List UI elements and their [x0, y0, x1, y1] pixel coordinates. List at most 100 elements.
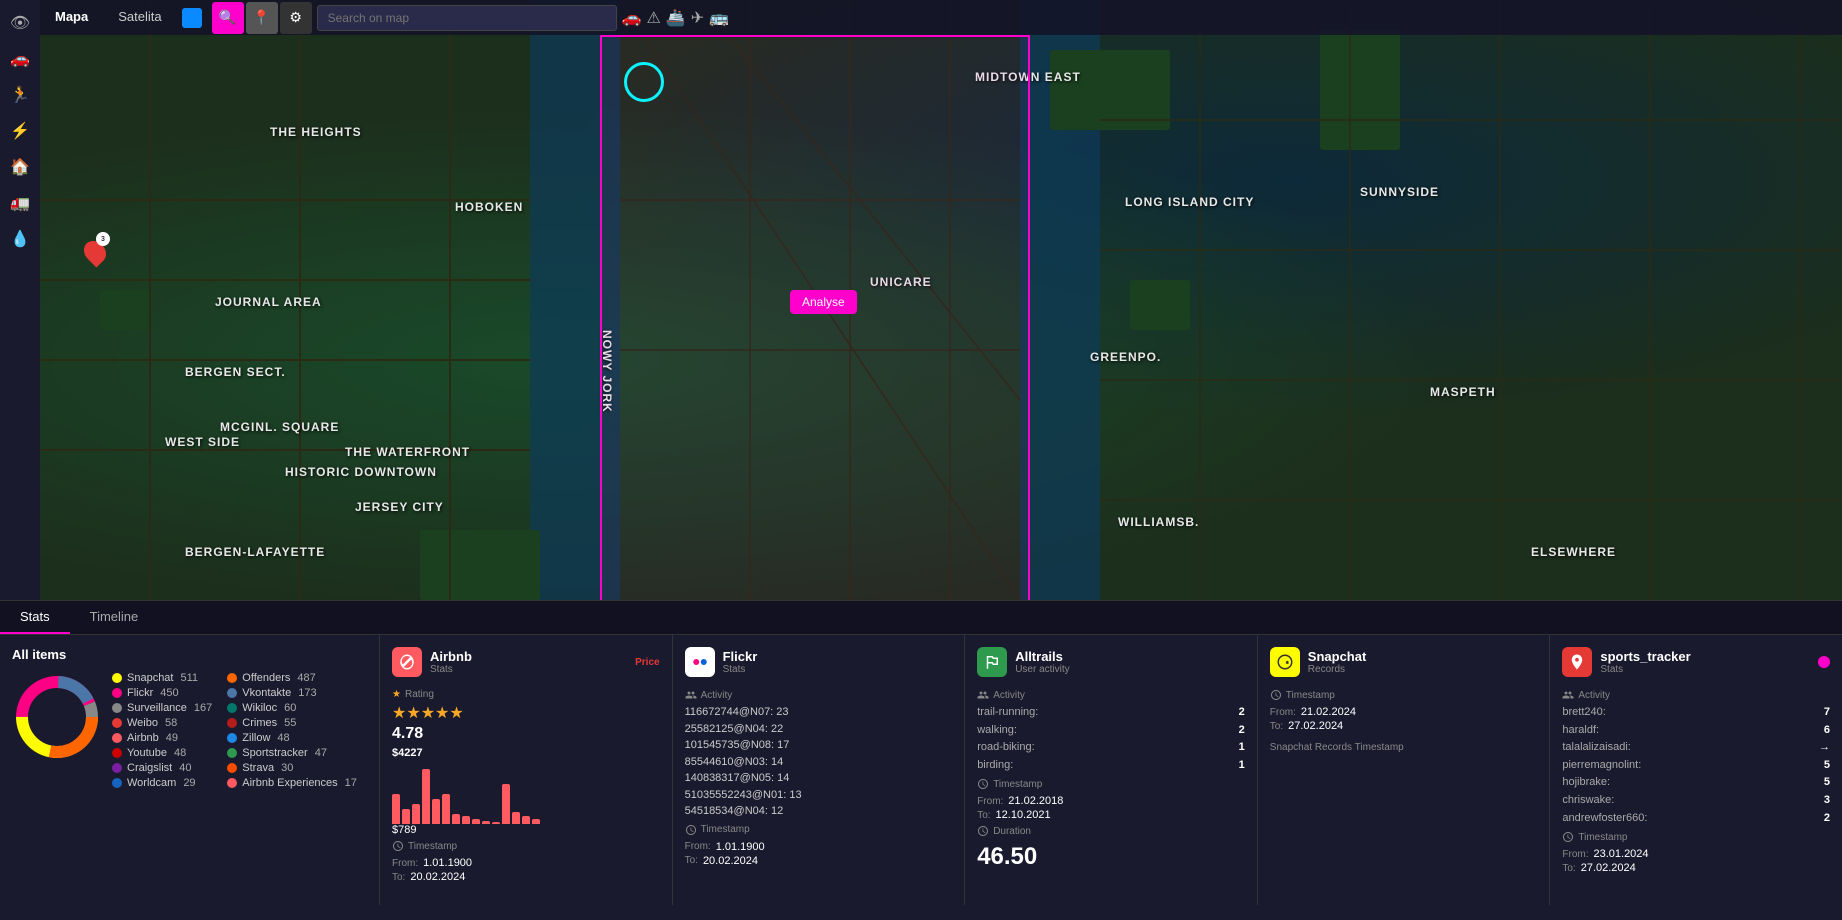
panels-row: All items: [0, 635, 1842, 905]
settings-icon-btn[interactable]: ⚙: [280, 2, 312, 34]
bottom-tabs: Stats Timeline: [0, 601, 1842, 635]
plane-transport-icon[interactable]: ✈: [691, 8, 704, 28]
tab-stats[interactable]: Stats: [0, 601, 70, 634]
home-icon[interactable]: 🏠: [5, 152, 35, 182]
alltrails-to-row: To: 12.10.2021: [977, 809, 1245, 821]
item-worldcam: Worldcam 29: [112, 777, 212, 789]
airbnb-rating-value: 4.78: [392, 725, 660, 743]
snapchat-card: Snapchat Records Timestamp From: 21.02.2…: [1258, 635, 1551, 905]
alltrails-app-name: Alltrails: [1015, 649, 1245, 664]
airbnb-header: Airbnb Stats Price: [392, 647, 660, 677]
tab-mapa[interactable]: Mapa: [40, 0, 103, 35]
alltrails-activity-label: Activity: [977, 689, 1245, 701]
airbnb-dot: [112, 733, 122, 743]
snapchat-from-row: From: 21.02.2024: [1270, 706, 1538, 718]
analyse-button[interactable]: Analyse: [790, 290, 857, 314]
tab-satelita[interactable]: Satelita: [103, 0, 176, 35]
sports-timestamp-section: Timestamp: [1562, 831, 1830, 843]
airbnb-logo: [392, 647, 422, 677]
airbnb-from-row: From: 1.01.1900: [392, 857, 660, 869]
sports-to-row: To: 27.02.2024: [1562, 862, 1830, 874]
item-youtube: Youtube 48: [112, 747, 212, 759]
items-col-2: Offenders 487 Vkontakte 173 Wikiloc 60: [227, 672, 357, 893]
sports-user-list: brett240:7 haraldf:6 talalalizaisadi: → …: [1562, 704, 1830, 827]
tab-timeline[interactable]: Timeline: [70, 601, 159, 634]
worldcam-dot: [112, 778, 122, 788]
selection-rectangle: [600, 35, 1030, 600]
location-icon-btn[interactable]: 📍: [246, 2, 278, 34]
airbnb-title-group: Airbnb Stats: [430, 649, 627, 675]
airbnb-price-bars: [392, 764, 660, 824]
snapchat-logo: [1270, 647, 1300, 677]
map-container: 👁 🚗 🏃 ⚡ 🏠 🚛 💧 Mapa Satelita 🔍 📍 ⚙ 🚗 ⚠ 🚢 …: [0, 0, 1842, 600]
snapchat-title-group: Snapchat Records: [1308, 649, 1538, 675]
crimes-dot: [227, 718, 237, 728]
flickr-header: Flickr Stats: [685, 647, 953, 677]
sports-subtitle: Stats: [1600, 664, 1810, 675]
offenders-dot: [227, 673, 237, 683]
surveillance-dot: [112, 703, 122, 713]
craigslist-dot: [112, 763, 122, 773]
snapchat-timestamp-section: Timestamp: [1270, 689, 1538, 701]
alltrails-from-row: From: 21.02.2018: [977, 795, 1245, 807]
items-list: Snapchat 511 Flickr 450 Surveillance 167: [112, 672, 367, 893]
alltrails-duration-value: 46.50: [977, 843, 1245, 871]
map-type-toggle[interactable]: [182, 8, 202, 28]
sports-logo: [1562, 647, 1592, 677]
transport-icons: 🚗 ⚠ 🚢 ✈ 🚌: [622, 8, 730, 28]
flickr-activity-label: Activity: [685, 689, 953, 701]
snapchat-header: Snapchat Records: [1270, 647, 1538, 677]
zillow-dot: [227, 733, 237, 743]
person-icon[interactable]: 🏃: [5, 80, 35, 110]
sports-expand-btn[interactable]: [1818, 656, 1830, 668]
airbnb-rating-label: ★ Rating: [392, 689, 660, 700]
map-search-input[interactable]: [317, 5, 617, 31]
airbnb-exp-dot: [227, 778, 237, 788]
all-items-title: All items: [12, 647, 367, 662]
flickr-from-row: From: 1.01.1900: [685, 841, 953, 853]
alltrails-subtitle: User activity: [1015, 664, 1245, 675]
item-surveillance: Surveillance 167: [112, 702, 212, 714]
item-crimes: Crimes 55: [227, 717, 357, 729]
warning-transport-icon[interactable]: ⚠: [647, 8, 661, 28]
item-flickr: Flickr 450: [112, 687, 212, 699]
car-transport-icon[interactable]: 🚗: [622, 8, 642, 28]
flickr-dot: [112, 688, 122, 698]
item-strava: Strava 30: [227, 762, 357, 774]
truck-icon[interactable]: 🚛: [5, 188, 35, 218]
snapchat-records-label: Snapchat Records Timestamp: [1270, 740, 1538, 755]
flickr-to-row: To: 20.02.2024: [685, 855, 953, 867]
top-bar: Mapa Satelita 🔍 📍 ⚙ 🚗 ⚠ 🚢 ✈ 🚌: [40, 0, 1842, 35]
boat-transport-icon[interactable]: 🚢: [666, 8, 686, 28]
lightning-icon[interactable]: ⚡: [5, 116, 35, 146]
eye-icon[interactable]: 👁: [5, 8, 35, 38]
airbnb-to-row: To: 20.02.2024: [392, 871, 660, 883]
item-offenders: Offenders 487: [227, 672, 357, 684]
bus-transport-icon[interactable]: 🚌: [709, 8, 729, 28]
flickr-timestamp-section: Timestamp: [685, 824, 953, 836]
sports-tracker-card: sports_tracker Stats Activity brett240:7…: [1550, 635, 1842, 905]
wikiloc-dot: [227, 703, 237, 713]
car-icon[interactable]: 🚗: [5, 44, 35, 74]
search-icon-btn[interactable]: 🔍: [212, 2, 244, 34]
snapchat-dot: [112, 673, 122, 683]
snapchat-subtitle: Records: [1308, 664, 1538, 675]
alltrails-logo: [977, 647, 1007, 677]
item-zillow: Zillow 48: [227, 732, 357, 744]
sports-title-group: sports_tracker Stats: [1600, 649, 1810, 675]
flickr-card: Flickr Stats Activity 116672744@N07: 23 …: [673, 635, 966, 905]
airbnb-timestamp-section: Timestamp: [392, 840, 660, 852]
item-airbnb-exp: Airbnb Experiences 17: [227, 777, 357, 789]
all-items-panel: All items: [0, 635, 380, 905]
alltrails-card: Alltrails User activity Activity trail-r…: [965, 635, 1258, 905]
pin-group-1[interactable]: 3: [85, 240, 105, 269]
item-sportstracker: Sportstracker 47: [227, 747, 357, 759]
item-airbnb: Airbnb 49: [112, 732, 212, 744]
item-weibo: Weibo 58: [112, 717, 212, 729]
alltrails-activity-list: trail-running:2 walking:2 road-biking:1 …: [977, 704, 1245, 774]
flickr-title-group: Flickr Stats: [723, 649, 953, 675]
airbnb-price-max: $4227: [392, 747, 660, 759]
water-icon[interactable]: 💧: [5, 224, 35, 254]
donut-chart: [12, 672, 102, 762]
top-bar-icons: 🔍 📍 ⚙: [212, 2, 312, 34]
